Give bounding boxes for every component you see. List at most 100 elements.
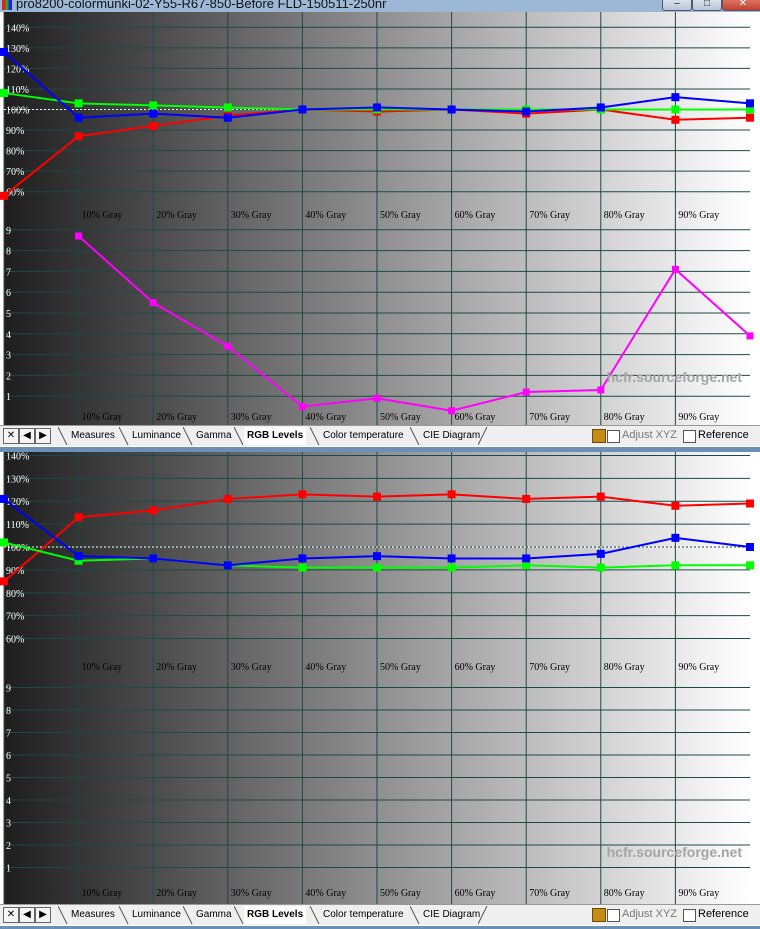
maximize-button[interactable]: □ [692, 0, 722, 11]
watermark: hcfr.sourceforge.net [607, 369, 743, 385]
x-tick-label: 90% Gray [678, 888, 719, 899]
red-data-point [149, 121, 158, 130]
close-view-button[interactable]: ✕ [3, 907, 19, 923]
y-tick-label: 100% [6, 106, 29, 117]
tab-rgb-levels[interactable]: RGB Levels [244, 427, 307, 445]
y-tick-label: 140% [6, 452, 29, 462]
prev-tab-button[interactable]: ◀ [19, 428, 35, 444]
red-data-point [0, 577, 8, 586]
x-tick-label: 80% Gray [604, 412, 645, 423]
blue-data-point [223, 561, 232, 570]
red-data-point [671, 115, 680, 124]
tab-luminance[interactable]: Luminance [129, 427, 184, 445]
tab-gamma[interactable]: Gamma [193, 906, 235, 924]
blue-data-point [223, 113, 232, 122]
reference-label: Reference [698, 429, 749, 441]
blue-data-point [0, 47, 8, 56]
magenta-data-point [373, 394, 381, 402]
window-title: pro8200-colormunki-02-Y55-R67-850-Before… [16, 0, 387, 11]
y-tick-label: 110% [6, 520, 29, 531]
y-tick-label: 1 [6, 392, 11, 403]
blue-data-point [596, 549, 605, 558]
x-tick-label: 40% Gray [305, 210, 346, 221]
tab-measures[interactable]: Measures [68, 427, 118, 445]
reference-checkbox[interactable] [683, 430, 696, 443]
blue-data-point [746, 99, 754, 108]
hcfr-icon [592, 429, 606, 443]
magenta-data-point [75, 232, 83, 240]
green-data-point [223, 103, 232, 112]
blue-data-point [74, 552, 83, 561]
tab-separator [233, 426, 244, 446]
adjust-xyz-checkbox[interactable] [607, 909, 620, 922]
magenta-data-point [298, 403, 306, 411]
x-tick-label: 30% Gray [231, 210, 272, 221]
green-data-point [74, 99, 83, 108]
green-data-point [298, 563, 307, 572]
y-tick-label: 5 [6, 774, 11, 785]
green-data-point [746, 561, 754, 570]
tab-cie-diagram[interactable]: CIE Diagram [420, 906, 483, 924]
y-tick-label: 4 [6, 330, 11, 341]
blue-data-point [522, 554, 531, 563]
blue-data-point [671, 533, 680, 542]
y-tick-label: 2 [6, 371, 11, 382]
tab-separator [118, 426, 129, 446]
tab-separator [182, 905, 193, 925]
adjust-xyz-label: Adjust XYZ [622, 429, 678, 441]
close-view-button[interactable]: ✕ [3, 428, 19, 444]
y-tick-label: 70% [6, 612, 24, 623]
y-tick-label: 6 [6, 751, 11, 762]
y-tick-label: 6 [6, 288, 11, 299]
green-data-point [522, 561, 531, 570]
x-tick-label: 50% Gray [380, 662, 421, 673]
next-tab-button[interactable]: ▶ [35, 428, 51, 444]
blue-data-point [149, 109, 158, 118]
blue-data-point [447, 105, 456, 114]
tab-gamma[interactable]: Gamma [193, 427, 235, 445]
y-tick-label: 8 [6, 247, 11, 258]
green-data-point [373, 563, 381, 572]
red-data-point [522, 494, 531, 503]
tab-cie-diagram[interactable]: CIE Diagram [420, 427, 483, 445]
tab-luminance[interactable]: Luminance [129, 906, 184, 924]
x-tick-label: 90% Gray [678, 412, 719, 423]
magenta-data-point [522, 388, 530, 396]
view-tab-bar: ✕ ◀ ▶ Measures Luminance Gamma RGB Levels Color… [0, 904, 760, 925]
x-tick-label: 40% Gray [305, 412, 346, 423]
adjust-xyz-checkbox[interactable] [607, 430, 620, 443]
tab-separator [409, 905, 420, 925]
blue-data-point [671, 93, 680, 102]
view-tab-bar: ✕ ◀ ▶ Measures Luminance Gamma RGB Levels Color… [0, 425, 760, 446]
tab-measures[interactable]: Measures [68, 906, 118, 924]
y-tick-label: 2 [6, 841, 11, 852]
close-button[interactable]: ✕ [722, 0, 760, 11]
y-tick-label: 130% [6, 474, 29, 485]
magenta-data-point [149, 299, 157, 307]
magenta-data-point [597, 386, 605, 394]
minimize-button[interactable]: – [662, 0, 692, 11]
x-tick-label: 80% Gray [604, 888, 645, 899]
magenta-data-point [671, 265, 679, 273]
rgb-levels-panel-2: 140% 130% 120% 110% 100% 90% 80% 70% 60% 10% Gray… [0, 452, 760, 926]
x-tick-label: 20% Gray [156, 210, 197, 221]
red-data-point [298, 490, 307, 499]
green-data-point [0, 538, 8, 547]
y-tick-label: 7 [6, 267, 11, 278]
x-tick-label: 50% Gray [380, 210, 421, 221]
tab-separator [233, 905, 244, 925]
x-tick-label: 20% Gray [156, 662, 197, 673]
blue-data-point [522, 107, 531, 116]
y-tick-label: 8 [6, 706, 11, 717]
y-tick-label: 80% [6, 589, 24, 600]
x-tick-label: 70% Gray [529, 210, 570, 221]
tab-rgb-levels[interactable]: RGB Levels [244, 906, 307, 924]
x-tick-label: 40% Gray [305, 662, 346, 673]
green-data-point [671, 561, 680, 570]
prev-tab-button[interactable]: ◀ [19, 907, 35, 923]
tab-color-temperature[interactable]: Color temperature [320, 427, 407, 445]
tab-color-temperature[interactable]: Color temperature [320, 906, 407, 924]
y-tick-label: 1 [6, 864, 11, 875]
next-tab-button[interactable]: ▶ [35, 907, 51, 923]
reference-checkbox[interactable] [683, 909, 696, 922]
